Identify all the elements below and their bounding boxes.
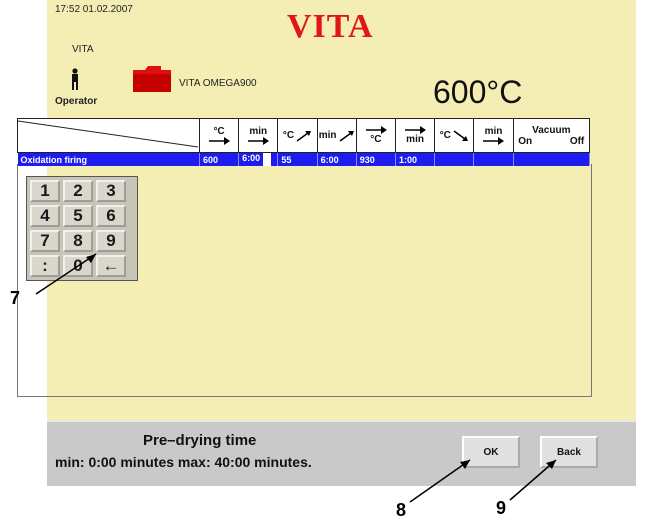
key-3[interactable]: 3 [96, 180, 126, 202]
key-7[interactable]: 7 [30, 230, 60, 252]
arrow-right-icon [365, 126, 387, 134]
status-footer: Pre–drying time min: 0:00 minutes max: 4… [47, 420, 636, 486]
col-header-ramp-rate: °C [277, 118, 318, 153]
key-colon[interactable]: : [30, 255, 60, 277]
diagonal-line [18, 120, 199, 148]
diagonal-header-cell [17, 118, 200, 153]
key-4[interactable]: 4 [30, 205, 60, 227]
callout-back: 9 [496, 498, 507, 518]
arrow-right-icon [248, 137, 270, 145]
key-8[interactable]: 8 [63, 230, 93, 252]
hint-range: min: 0:00 minutes max: 40:00 minutes. [55, 454, 312, 470]
operator-label: Operator [55, 96, 98, 107]
table-header-row: °C min °C min °C min °C min Vacuum On Off [17, 118, 591, 153]
ok-button[interactable]: OK [462, 436, 520, 468]
user-name: VITA [72, 44, 94, 55]
key-9[interactable]: 9 [96, 230, 126, 252]
col-header-cooling-time: min [473, 118, 514, 153]
clock: 17:52 01.02.2007 [55, 4, 133, 15]
col-header-cooling-temp: °C [434, 118, 475, 153]
col-header-ramp-time: min [316, 118, 357, 153]
current-temperature: 600°C [433, 74, 523, 110]
arrow-right-icon [405, 126, 427, 134]
callout-ok: 8 [396, 500, 407, 520]
numeric-keypad: 1 2 3 4 5 6 7 8 9 : 0 ← [26, 176, 138, 281]
ramp-up-arrow-icon [339, 130, 354, 142]
arrow-right-icon [209, 137, 231, 145]
col-header-time-hold: min [238, 118, 279, 153]
col-header-final-time: min [394, 118, 436, 153]
ramp-down-arrow-icon [453, 129, 468, 141]
callout-keypad: 7 [10, 288, 21, 308]
key-2[interactable]: 2 [63, 180, 93, 202]
key-backspace[interactable]: ← [96, 255, 126, 277]
col-header-final-temp: °C [355, 118, 396, 153]
program-table: °C min °C min °C min °C min Vacuum On Off … [17, 118, 591, 166]
back-button[interactable]: Back [540, 436, 598, 468]
program-name: VITA OMEGA900 [179, 78, 257, 89]
key-5[interactable]: 5 [63, 205, 93, 227]
col-header-vacuum: Vacuum On Off [512, 118, 591, 153]
folder-icon[interactable] [131, 64, 173, 94]
key-6[interactable]: 6 [96, 205, 126, 227]
col-header-temp-hold: °C [198, 118, 240, 153]
key-1[interactable]: 1 [30, 180, 60, 202]
ramp-up-arrow-icon [296, 130, 312, 142]
key-0[interactable]: 0 [63, 255, 93, 277]
arrow-right-icon [483, 137, 505, 145]
brand-logo: VITA [287, 8, 374, 45]
person-icon[interactable] [69, 68, 81, 90]
hint-title: Pre–drying time [143, 432, 257, 449]
